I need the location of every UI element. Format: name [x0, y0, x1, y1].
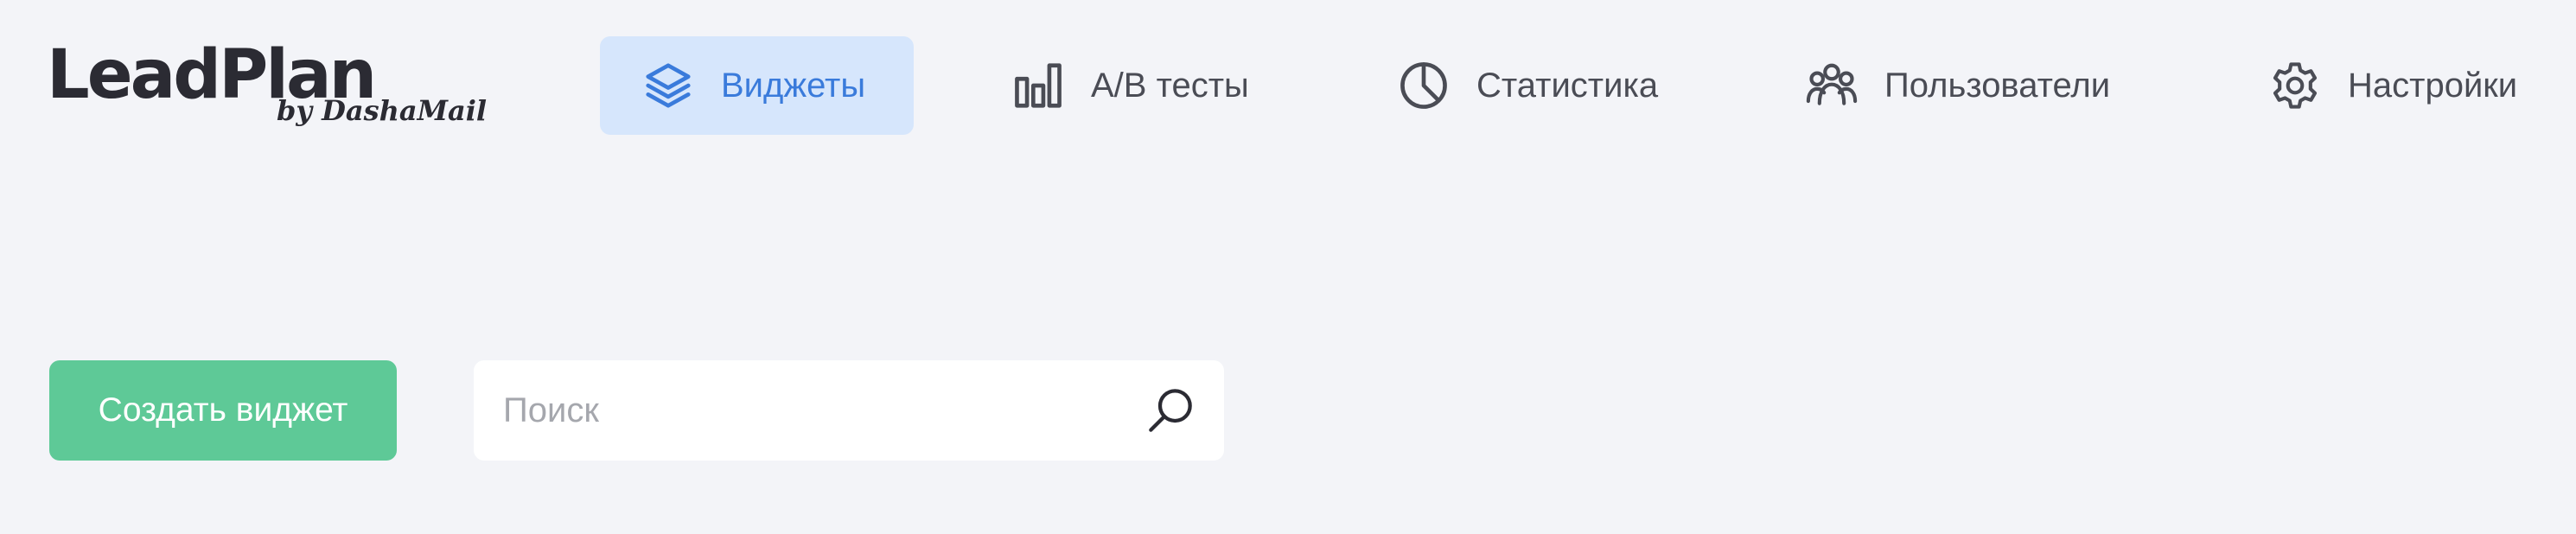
create-widget-button[interactable]: Создать виджет — [49, 360, 397, 461]
nav-label-users: Пользователи — [1884, 66, 2111, 105]
pie-chart-icon — [1397, 59, 1451, 112]
logo: LeadPlan by DashaMail — [47, 41, 487, 137]
search-input[interactable] — [503, 360, 1108, 461]
bar-chart-icon — [1011, 59, 1065, 112]
nav-item-settings[interactable]: Настройки — [2268, 36, 2517, 135]
search-box — [474, 360, 1224, 461]
gear-icon — [2268, 59, 2322, 112]
nav-label-statistics: Статистика — [1476, 66, 1659, 105]
logo-byline: by DashaMail — [277, 94, 488, 127]
nav-label-widgets: Виджеты — [721, 66, 866, 105]
nav-label-settings: Настройки — [2348, 66, 2518, 105]
nav-item-widgets[interactable]: Виджеты — [600, 36, 915, 135]
nav-label-ab-tests: A/B тесты — [1091, 66, 1249, 105]
nav-item-ab-tests[interactable]: A/B тесты — [1011, 36, 1249, 135]
layers-icon — [641, 59, 695, 112]
search-icon[interactable] — [1143, 383, 1198, 438]
users-icon — [1805, 59, 1859, 112]
nav-item-statistics[interactable]: Статистика — [1397, 36, 1658, 135]
nav-item-users[interactable]: Пользователи — [1805, 36, 2110, 135]
